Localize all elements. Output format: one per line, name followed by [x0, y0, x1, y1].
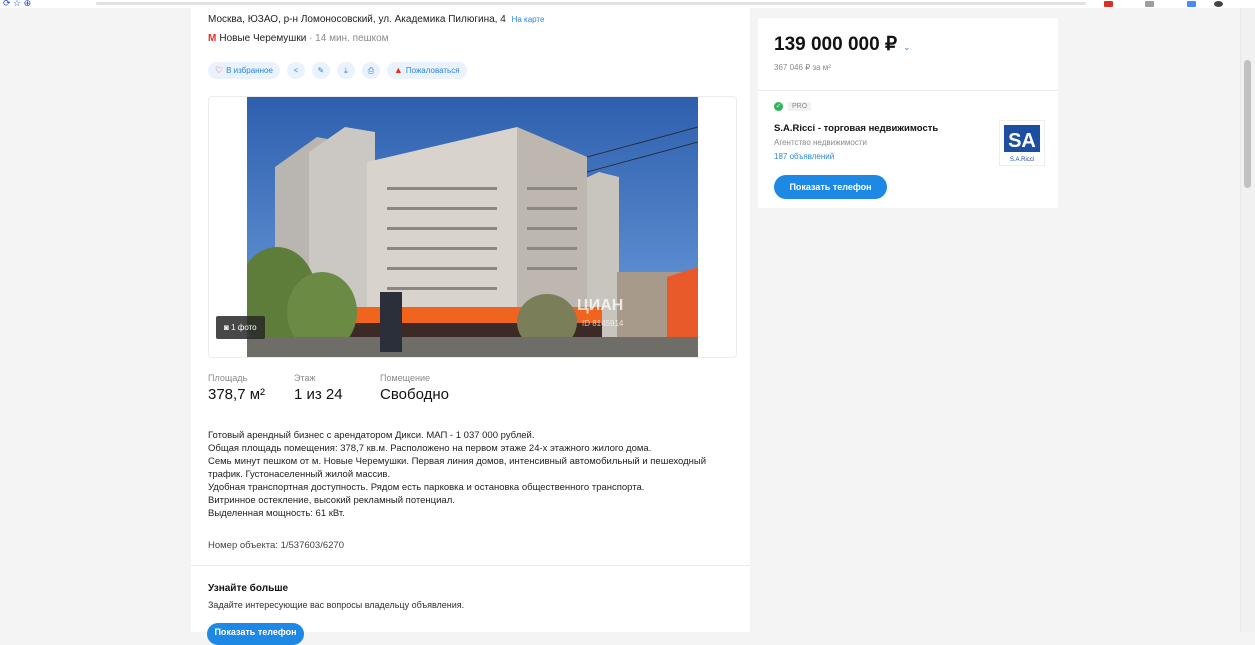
listing-photo[interactable]: ЦИАН ID 8145914	[247, 97, 698, 357]
download-button[interactable]: ⤓	[336, 62, 355, 79]
address: Москва, ЮЗАО, р-н Ломоносовский, ул. Ака…	[208, 14, 544, 25]
description: Готовый арендный бизнес с арендатором Ди…	[208, 429, 718, 520]
photo-watermark: ЦИАН	[577, 297, 623, 314]
share-button[interactable]: <	[286, 62, 305, 79]
param-value: 1 из 24	[294, 386, 343, 403]
address-text: Москва, ЮЗАО, р-н Ломоносовский, ул. Ака…	[208, 14, 506, 25]
edit-button[interactable]: ✎	[311, 62, 330, 79]
svg-text:SA: SA	[1008, 130, 1036, 152]
metro-icon: M	[208, 33, 217, 44]
description-line: Выделенная мощность: 61 кВт.	[208, 508, 345, 519]
complain-label: Пожаловаться	[405, 66, 460, 75]
metro-walk-time: · 14 мин. пешком	[309, 33, 389, 44]
card-divider	[758, 90, 1058, 91]
complain-button[interactable]: ▲ Пожаловаться	[386, 62, 467, 79]
scrollbar-thumb[interactable]	[1244, 60, 1251, 188]
map-link[interactable]: На карте	[512, 15, 545, 24]
description-line: Витринное остекление, высокий рекламный …	[208, 495, 455, 506]
favorite-label: В избранное	[226, 66, 273, 75]
price-value: 139 000 000 ₽	[774, 34, 898, 55]
toolbar-icons[interactable]: ⟳ ☆ ⊕	[3, 0, 31, 8]
param-floor: Этаж 1 из 24	[294, 373, 343, 403]
photo-gallery[interactable]: ЦИАН ID 8145914 ◙ 1 фото	[208, 96, 737, 358]
pro-row: ✓ PRO	[774, 102, 812, 111]
agency-logo[interactable]: SA S.A.Ricci	[999, 120, 1045, 166]
section-divider	[191, 565, 750, 566]
chevron-down-icon[interactable]: ⌄	[903, 42, 911, 52]
agency-logo-text: S.A.Ricci	[1010, 157, 1034, 163]
photo-count-label: 1 фото	[231, 323, 257, 332]
param-premises: Помещение Свободно	[380, 373, 449, 403]
description-line: Семь минут пешком от м. Новые Черемушки.…	[208, 456, 707, 480]
favorite-button[interactable]: ♡ В избранное	[208, 62, 280, 79]
param-label: Помещение	[380, 373, 430, 383]
browser-toolbar: ⟳ ☆ ⊕	[0, 0, 1255, 8]
download-icon: ⤓	[344, 66, 348, 75]
learn-more-title: Узнайте больше	[208, 583, 289, 594]
address-bar[interactable]	[96, 2, 1086, 5]
param-label: Площадь	[208, 373, 248, 383]
metro-station[interactable]: Новые Черемушки	[219, 33, 306, 44]
pencil-icon: ✎	[317, 66, 325, 75]
param-label: Этаж	[294, 373, 316, 383]
listing-card: Москва, ЮЗАО, р-н Ломоносовский, ул. Ака…	[191, 8, 750, 645]
object-number: Номер объекта: 1/537603/6270	[208, 540, 344, 551]
camera-icon: ◙	[224, 323, 229, 332]
heart-icon: ♡	[215, 65, 224, 75]
pro-badge: PRO	[788, 102, 812, 111]
print-button[interactable]: ⎙	[361, 62, 380, 79]
agency-name[interactable]: S.A.Ricci - торговая недвижимость	[774, 123, 938, 134]
warning-icon: ▲	[393, 65, 403, 75]
printer-icon: ⎙	[367, 66, 375, 75]
metro-info: M Новые Черемушки · 14 мин. пешком	[208, 33, 389, 44]
agency-listings-link[interactable]: 187 объявлений	[774, 152, 834, 161]
action-bar: ♡ В избранное < ✎ ⤓ ⎙ ▲ Пожаловаться	[208, 62, 467, 80]
param-value: 378,7 м²	[208, 386, 266, 403]
learn-more-section: Узнайте больше Задайте интересующие вас …	[208, 583, 708, 610]
param-area: Площадь 378,7 м²	[208, 373, 265, 403]
profile-icon[interactable]	[1214, 1, 1223, 7]
description-line: Общая площадь помещения: 378,7 кв.м. Рас…	[208, 443, 652, 454]
agency-type: Агентство недвижимости	[774, 138, 867, 147]
extension-icon[interactable]	[1187, 1, 1196, 7]
verified-check-icon: ✓	[774, 102, 783, 111]
description-line: Удобная транспортная доступность. Рядом …	[208, 482, 645, 493]
photo-count-badge[interactable]: ◙ 1 фото	[216, 316, 265, 339]
extension-icon[interactable]	[1104, 1, 1113, 7]
extension-icon[interactable]	[1145, 1, 1154, 7]
share-icon: <	[293, 66, 299, 75]
page-scrollbar[interactable]	[1240, 8, 1255, 632]
photo-watermark-id: ID 8145914	[582, 319, 624, 328]
price-per-m2: 367 046 ₽ за м²	[774, 63, 831, 72]
show-phone-button[interactable]: Показать телефон	[774, 175, 887, 199]
show-phone-button-bottom[interactable]: Показать телефон	[207, 623, 304, 645]
learn-more-subtitle: Задайте интересующие вас вопросы владель…	[208, 600, 465, 610]
price: 139 000 000 ₽ ⌄	[774, 33, 911, 56]
price-card: 139 000 000 ₽ ⌄ 367 046 ₽ за м² ✓ PRO S.A…	[758, 18, 1058, 208]
param-value: Свободно	[380, 386, 449, 403]
description-line: Готовый арендный бизнес с арендатором Ди…	[208, 430, 535, 441]
